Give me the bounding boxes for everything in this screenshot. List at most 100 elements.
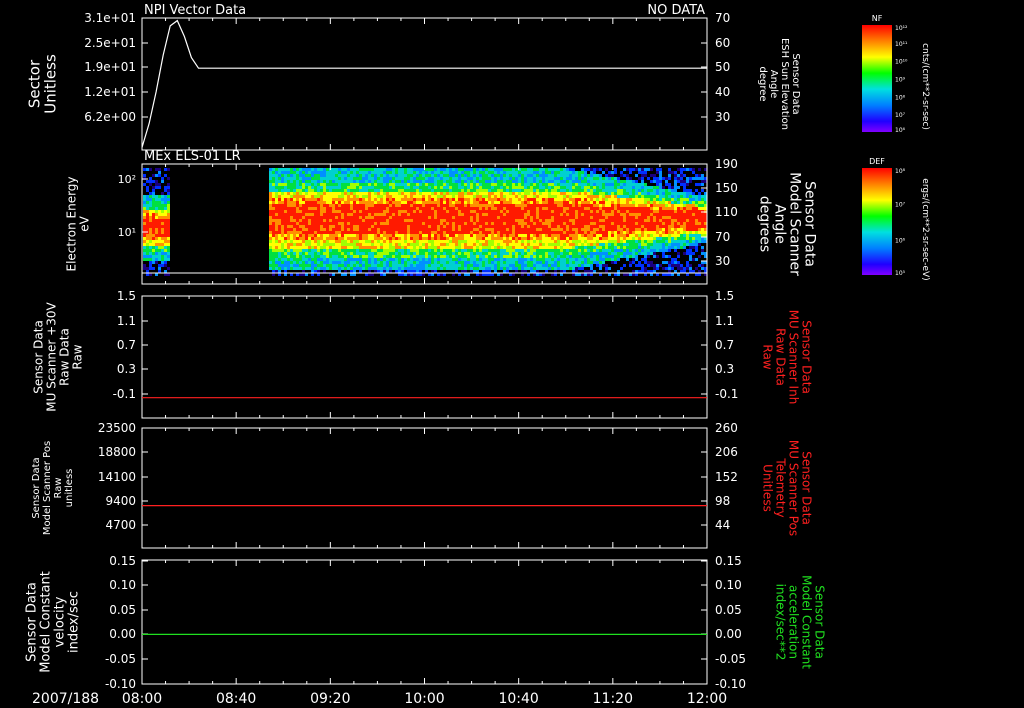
heatmap-cell [152,246,155,249]
heatmap-cell [302,177,305,180]
heatmap-cell [608,243,611,246]
heatmap-cell [302,261,305,264]
heatmap-cell [653,240,656,243]
heatmap-cell [620,216,623,219]
heatmap-cell [548,213,551,216]
heatmap-cell [302,183,305,186]
heatmap-cell [362,207,365,210]
heatmap-cell [662,186,665,189]
heatmap-cell [431,189,434,192]
heatmap-cell [512,213,515,216]
heatmap-cell [488,264,491,267]
heatmap-cell [323,207,326,210]
heatmap-cell [524,180,527,183]
heatmap-cell [362,258,365,261]
heatmap-cell [362,255,365,258]
heatmap-cell [581,255,584,258]
heatmap-cell [167,267,170,270]
heatmap-cell [278,180,281,183]
heatmap-cell [290,261,293,264]
heatmap-cell [164,219,167,222]
heatmap-cell [389,258,392,261]
heatmap-cell [335,237,338,240]
heatmap-cell [299,195,302,198]
heatmap-cell [449,225,452,228]
heatmap-cell [356,198,359,201]
heatmap-cell [458,267,461,270]
heatmap-cell [665,240,668,243]
heatmap-cell [329,183,332,186]
heatmap-cell [353,240,356,243]
heatmap-cell [272,213,275,216]
heatmap-cell [284,264,287,267]
heatmap-cell [449,171,452,174]
heatmap-cell [275,180,278,183]
heatmap-cell [620,207,623,210]
heatmap-cell [665,222,668,225]
heatmap-cell [413,255,416,258]
heatmap-cell [437,228,440,231]
heatmap-cell [458,255,461,258]
heatmap-cell [572,192,575,195]
heatmap-cell [629,198,632,201]
heatmap-cell [281,177,284,180]
heatmap-cell [533,267,536,270]
heatmap-cell [461,207,464,210]
heatmap-cell [302,255,305,258]
heatmap-cell [290,198,293,201]
heatmap-cell [611,243,614,246]
heatmap-cell [611,204,614,207]
heatmap-cell [533,264,536,267]
heatmap-cell [470,258,473,261]
heatmap-cell [659,264,662,267]
heatmap-cell [668,207,671,210]
heatmap-cell [551,168,554,171]
heatmap-cell [440,192,443,195]
heatmap-cell [395,267,398,270]
heatmap-cell [623,246,626,249]
heatmap-cell [323,258,326,261]
heatmap-cell [659,198,662,201]
heatmap-cell [527,174,530,177]
heatmap-cell [530,198,533,201]
heatmap-cell [521,246,524,249]
panel-1-right-ylabel-line: Angle [768,70,779,98]
heatmap-cell [473,219,476,222]
heatmap-cell [332,216,335,219]
heatmap-cell [410,198,413,201]
heatmap-cell [500,249,503,252]
heatmap-cell [443,255,446,258]
heatmap-cell [515,189,518,192]
heatmap-cell [602,264,605,267]
heatmap-cell [620,228,623,231]
heatmap-cell [578,213,581,216]
heatmap-cell [404,258,407,261]
heatmap-cell [482,219,485,222]
heatmap-cell [380,201,383,204]
heatmap-cell [515,258,518,261]
heatmap-cell [389,168,392,171]
heatmap-cell [527,243,530,246]
heatmap-cell [305,201,308,204]
heatmap-cell [572,207,575,210]
heatmap-cell [494,249,497,252]
heatmap-cell [356,183,359,186]
heatmap-cell [332,234,335,237]
heatmap-cell [671,267,674,270]
heatmap-cell [470,171,473,174]
heatmap-cell [149,168,152,171]
heatmap-cell [575,216,578,219]
heatmap-cell [431,207,434,210]
heatmap-cell [605,264,608,267]
heatmap-cell [428,219,431,222]
heatmap-cell [158,204,161,207]
heatmap-cell [296,267,299,270]
heatmap-cell [476,198,479,201]
heatmap-cell [557,252,560,255]
heatmap-cell [374,225,377,228]
heatmap-cell [506,213,509,216]
heatmap-cell [458,261,461,264]
heatmap-cell [557,228,560,231]
heatmap-cell [653,267,656,270]
heatmap-cell [629,231,632,234]
